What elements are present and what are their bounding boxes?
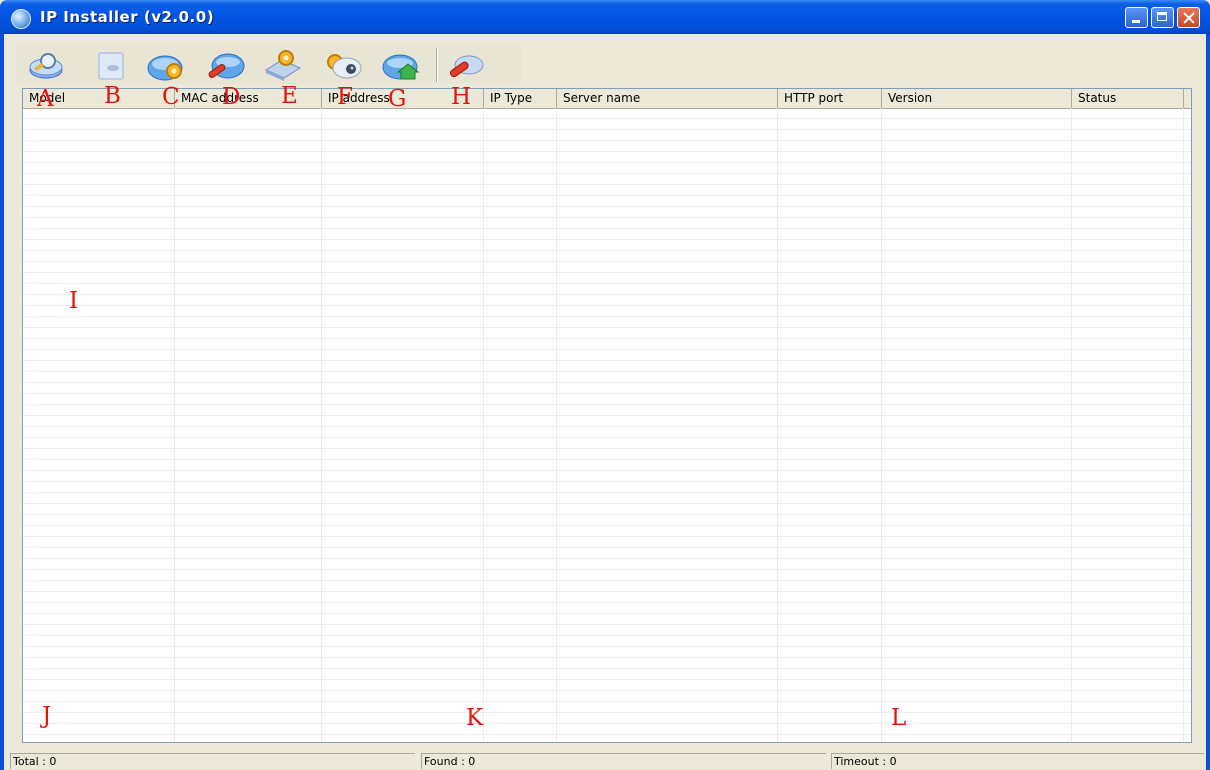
- annotation-d: D: [222, 84, 241, 110]
- status-timeout: Timeout : 0: [831, 753, 1204, 769]
- window-title: IP Installer (v2.0.0): [40, 8, 215, 26]
- annotation-b: B: [104, 83, 121, 109]
- column-mac-address[interactable]: MAC address: [175, 89, 322, 108]
- close-button[interactable]: [1177, 7, 1200, 28]
- column-divider: [556, 108, 557, 742]
- annotation-k: K: [466, 705, 484, 731]
- device-list-header: Model MAC address IP address IP Type Ser…: [23, 89, 1191, 109]
- wrench-icon: [449, 55, 484, 78]
- annotation-i: I: [69, 288, 79, 314]
- annotation-g: G: [388, 86, 407, 112]
- status-total: Total : 0: [10, 753, 415, 769]
- annotation-j: J: [42, 703, 52, 729]
- column-ip-type[interactable]: IP Type: [484, 89, 557, 108]
- globe-home-icon: [382, 54, 420, 80]
- column-version[interactable]: Version: [882, 89, 1072, 108]
- status-found: Found : 0: [421, 753, 826, 769]
- column-divider: [483, 108, 484, 742]
- device-list[interactable]: Model MAC address IP address IP Type Ser…: [22, 88, 1192, 743]
- annotation-c: C: [162, 84, 180, 110]
- globe-wrench-icon: [208, 53, 245, 79]
- column-http-port[interactable]: HTTP port: [778, 89, 882, 108]
- device-list-rows[interactable]: [23, 108, 1191, 742]
- column-divider: [1071, 108, 1072, 742]
- annotation-e: E: [281, 83, 298, 109]
- title-bar: IP Installer (v2.0.0): [0, 0, 1210, 34]
- camera-settings-button[interactable]: [322, 46, 366, 84]
- window-frame-left: [0, 34, 4, 770]
- toolbar-separator: [436, 48, 437, 82]
- upgrade-button[interactable]: [204, 46, 248, 84]
- network-setup-button[interactable]: [145, 46, 189, 84]
- tools-button[interactable]: [443, 46, 487, 84]
- document-icon: [98, 52, 124, 80]
- column-divider: [321, 108, 322, 742]
- annotation-a: A: [37, 86, 54, 112]
- home-page-button[interactable]: [378, 46, 422, 84]
- maximize-button[interactable]: [1151, 7, 1174, 28]
- column-divider: [174, 108, 175, 742]
- disk-settings-button[interactable]: [260, 46, 304, 84]
- column-server-name[interactable]: Server name: [557, 89, 778, 108]
- globe-gear-icon: [147, 55, 183, 81]
- camera-gear-icon: [327, 54, 362, 79]
- minimize-button[interactable]: [1125, 7, 1148, 28]
- column-divider: [777, 108, 778, 742]
- window-frame-right: [1206, 34, 1210, 770]
- disk-gear-icon: [264, 50, 302, 81]
- annotation-h: H: [451, 84, 472, 110]
- search-button[interactable]: [24, 46, 68, 84]
- annotation-f: F: [337, 84, 353, 110]
- column-divider: [1183, 108, 1184, 742]
- search-icon: [29, 53, 63, 79]
- app-icon[interactable]: [11, 9, 31, 29]
- column-status[interactable]: Status: [1072, 89, 1184, 108]
- annotation-l: L: [891, 705, 907, 731]
- document-button[interactable]: [90, 46, 134, 84]
- column-divider: [881, 108, 882, 742]
